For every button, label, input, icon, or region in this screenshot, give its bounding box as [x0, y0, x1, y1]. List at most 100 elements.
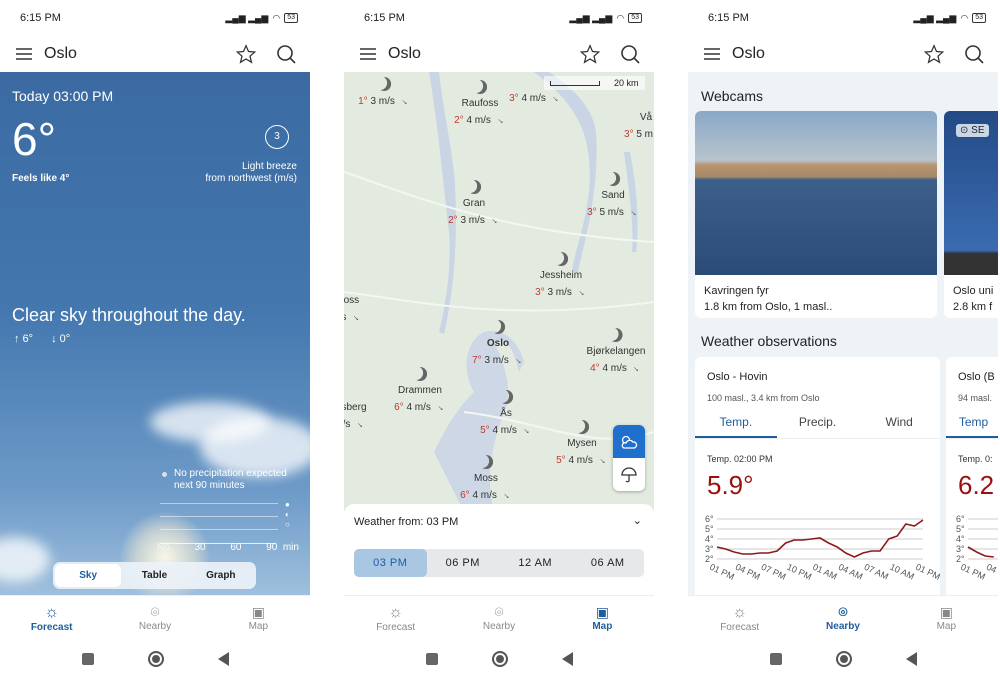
- marker-temp: 3°: [587, 207, 597, 218]
- nav-nearby[interactable]: ⌾ Nearby: [103, 596, 206, 640]
- map-marker[interactable]: Sand 3° 5 m/s →: [587, 172, 641, 221]
- map-marker[interactable]: Oslo 7° 3 m/s →: [472, 320, 526, 369]
- search-icon[interactable]: [274, 42, 298, 66]
- search-icon[interactable]: [962, 42, 986, 66]
- nav-map[interactable]: ▣ Map: [207, 596, 310, 640]
- nav-forecast[interactable]: ☼ Forecast: [688, 596, 791, 640]
- nav-label: Forecast: [720, 621, 760, 633]
- recents-button[interactable]: [425, 653, 438, 665]
- y-tick-label: 3°: [705, 544, 714, 554]
- tab-graph[interactable]: Graph: [188, 564, 254, 587]
- dot-icon: [162, 472, 167, 477]
- recents-button[interactable]: [81, 653, 94, 665]
- scale-label: 20 km: [614, 78, 639, 88]
- x-tick-label: 04: [985, 562, 998, 575]
- tab-temp[interactable]: Temp: [946, 415, 998, 438]
- back-button[interactable]: [561, 652, 573, 666]
- marker-values: 6° 4 m/s →: [460, 488, 514, 501]
- time-option[interactable]: 06 PM: [427, 549, 500, 577]
- precip-layer-button[interactable]: [613, 458, 645, 491]
- tab-precip[interactable]: Precip.: [777, 415, 859, 438]
- menu-icon[interactable]: [700, 42, 724, 66]
- partly-cloudy-icon: [621, 435, 638, 449]
- station-sub: 100 masl., 3.4 km from Oslo: [707, 393, 820, 403]
- nav-map[interactable]: ▣ Map: [551, 596, 654, 640]
- home-button[interactable]: [147, 651, 164, 667]
- webcam-card[interactable]: Kavringen fyr 1.8 km from Oslo, 1 masl..: [695, 111, 937, 318]
- nav-forecast[interactable]: ☼ Forecast: [0, 596, 103, 640]
- tab-wind[interactable]: Wind: [858, 415, 940, 438]
- nav-nearby[interactable]: ⌾ Nearby: [447, 596, 550, 640]
- nav-nearby[interactable]: ⌾ Nearby: [791, 596, 894, 640]
- map-marker[interactable]: Raufoss 2° 4 m/s →: [454, 80, 508, 129]
- marker-wind: 3 m/s: [370, 96, 395, 107]
- map-marker[interactable]: Gran 2° 3 m/s →: [448, 180, 502, 229]
- map-marker[interactable]: 1° 3 m/s →: [358, 77, 412, 110]
- marker-temp: 2°: [448, 215, 458, 226]
- marker-temp: 5°: [480, 425, 490, 436]
- search-icon[interactable]: [618, 42, 642, 66]
- nav-label: Nearby: [826, 621, 860, 632]
- time-option[interactable]: 03 PM: [354, 549, 427, 577]
- menu-icon[interactable]: [12, 42, 36, 66]
- tab-temp[interactable]: Temp.: [695, 415, 777, 438]
- obs-label: Temp. 0:: [958, 454, 993, 464]
- menu-icon[interactable]: [356, 42, 380, 66]
- back-button[interactable]: [905, 652, 917, 666]
- tab-table[interactable]: Table: [121, 564, 187, 587]
- map-marker[interactable]: Jessheim 3° 3 m/s →: [535, 252, 589, 301]
- map-marker[interactable]: Moss 6° 4 m/s →: [460, 455, 514, 504]
- x-tick-label: 04 AM: [837, 562, 864, 582]
- map-marker[interactable]: 3° 4 m/s →: [509, 90, 563, 107]
- direction-badge: ⊙ SE: [956, 124, 989, 137]
- nav-map[interactable]: ▣ Map: [895, 596, 998, 640]
- nav-label: Forecast: [30, 621, 73, 633]
- map-icon: ▣: [251, 604, 265, 620]
- scale-bar: [550, 80, 600, 86]
- city-title: Oslo: [732, 45, 765, 62]
- marker-name: Raufoss: [461, 98, 499, 109]
- status-time: 6:15 PM: [364, 12, 405, 24]
- tab-sky[interactable]: Sky: [55, 564, 122, 587]
- webcams-title: Webcams: [701, 88, 763, 104]
- day-summary: Clear sky throughout the day.: [12, 305, 246, 325]
- weather-layer-button[interactable]: [613, 425, 645, 458]
- star-icon[interactable]: [922, 42, 946, 66]
- weather-map[interactable]: 20 km 1° 3 m/s → Raufoss 2° 4 m/s → 3° 4 m/s →…: [344, 72, 654, 595]
- status-time: 6:15 PM: [20, 12, 61, 24]
- time-option[interactable]: 06 AM: [572, 549, 645, 577]
- map-marker[interactable]: sberg /s→: [344, 400, 368, 433]
- temp-chart: 6°5°4°3°2°01 PM04: [956, 514, 998, 582]
- forecast-time: Today 03:00 PM: [12, 88, 114, 104]
- marker-wind: 5 m: [636, 129, 654, 140]
- recents-button[interactable]: [769, 653, 782, 665]
- star-icon[interactable]: [234, 42, 258, 66]
- map-marker[interactable]: Ås 5° 4 m/s →: [480, 390, 534, 439]
- map-marker[interactable]: Vå 3° 5 m→: [624, 110, 654, 143]
- webcam-sub: 2.8 km f: [953, 301, 993, 313]
- marker-wind: /s: [344, 312, 346, 323]
- partly-cloudy-night-icon: [606, 172, 620, 186]
- map-marker[interactable]: foss /s→: [344, 293, 364, 326]
- home-button[interactable]: [491, 651, 508, 667]
- moon-icon: [609, 328, 623, 342]
- map-marker[interactable]: Mysen 5° 4 m/s →: [556, 420, 610, 469]
- back-button[interactable]: [217, 652, 229, 666]
- nav-label: Nearby: [138, 621, 172, 632]
- bottom-nav: ☼ Forecast ⌾ Nearby ▣ Map: [688, 595, 998, 640]
- nav-label: Nearby: [482, 621, 516, 632]
- forecast-screen: 6:15 PM ▂▄▆ ▂▄▆ ◠ 53 Oslo Today 03:00 PM 6…: [0, 0, 310, 678]
- map-marker[interactable]: Drammen 6° 4 m/s →: [394, 367, 448, 416]
- time-option[interactable]: 12 AM: [499, 549, 572, 577]
- webcam-card[interactable]: ⊙ SE Oslo uni 2.8 km f: [944, 111, 998, 318]
- nav-forecast[interactable]: ☼ Forecast: [344, 596, 447, 640]
- precip-gridline: [160, 516, 278, 517]
- home-button[interactable]: [835, 651, 852, 667]
- map-marker[interactable]: Bjørkelangen 4° 4 m/s →: [587, 328, 646, 377]
- tick: No: [157, 542, 170, 553]
- star-icon[interactable]: [578, 42, 602, 66]
- chevron-down-icon[interactable]: ⌄: [633, 514, 642, 527]
- partly-cloudy-night-icon: [467, 180, 481, 194]
- status-time: 6:15 PM: [708, 12, 749, 24]
- current-temp: 6°: [12, 113, 56, 165]
